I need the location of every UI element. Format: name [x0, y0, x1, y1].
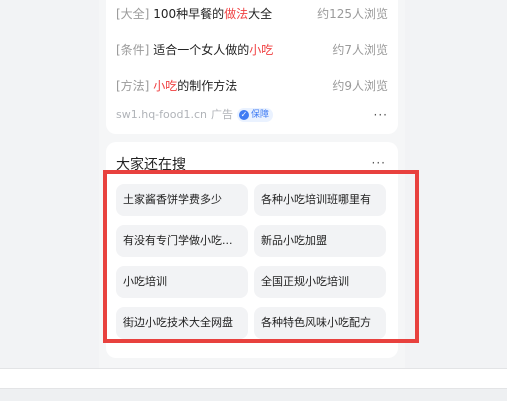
check-shield-icon: ✓	[238, 110, 249, 120]
related-search-chip[interactable]: 有没有专门学做小吃...	[116, 225, 248, 257]
ad-link-row[interactable]: [条件] 适合一个女人做的小吃 约7人浏览	[116, 40, 388, 60]
ad-link-row[interactable]: [方法] 小吃的制作方法 约9人浏览	[116, 76, 388, 96]
bottom-panel	[0, 368, 507, 389]
highlight-keyword: 做法	[224, 7, 249, 21]
view-count: 约9人浏览	[332, 79, 388, 93]
row-tag: [条件]	[116, 43, 150, 57]
related-search-chip[interactable]: 小吃培训	[116, 266, 248, 298]
more-options-icon[interactable]: ···	[372, 156, 386, 170]
related-search-chip[interactable]: 各种特色风味小吃配方	[254, 307, 386, 339]
row-tag: [方法]	[116, 79, 150, 93]
guarantee-badge[interactable]: ✓ 保障	[236, 108, 273, 122]
more-options-icon[interactable]: ···	[374, 106, 388, 124]
ad-link-row[interactable]: [大全] 100种早餐的做法大全 约125人浏览	[116, 4, 388, 24]
ad-source-row: sw1.hq-food1.cn 广告 ✓ 保障 ···	[116, 106, 388, 124]
ad-result-card: [大全] 100种早餐的做法大全 约125人浏览 [条件] 适合一个女人做的小吃…	[106, 0, 398, 134]
highlight-keyword: 小吃	[249, 43, 274, 57]
related-search-chip[interactable]: 新品小吃加盟	[254, 225, 386, 257]
related-search-chip[interactable]: 土家酱香饼学费多少	[116, 184, 248, 216]
related-search-chip[interactable]: 全国正规小吃培训	[254, 266, 386, 298]
source-domain[interactable]: sw1.hq-food1.cn	[116, 108, 207, 121]
section-title: 大家还在搜	[116, 157, 186, 173]
bottom-strip	[0, 388, 507, 401]
view-count: 约125人浏览	[317, 7, 388, 21]
highlight-keyword: 小吃	[153, 79, 178, 93]
people-also-search-card: 大家还在搜 ··· 土家酱香饼学费多少 各种小吃培训班哪里有 有没有专门学做小吃…	[106, 142, 398, 358]
row-tag: [大全]	[116, 7, 150, 21]
related-search-chip[interactable]: 各种小吃培训班哪里有	[254, 184, 386, 216]
related-search-chip[interactable]: 街边小吃技术大全网盘	[116, 307, 248, 339]
ad-label: 广告	[210, 108, 233, 121]
view-count: 约7人浏览	[332, 43, 388, 57]
